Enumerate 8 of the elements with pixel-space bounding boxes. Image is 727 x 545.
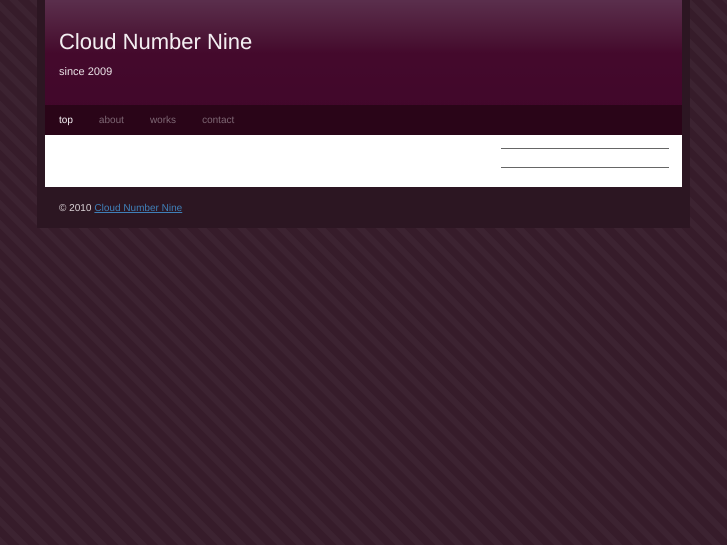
nav-link[interactable]: about <box>98 112 124 128</box>
nav-link[interactable]: top <box>59 112 73 128</box>
site-title: Cloud Number Nine <box>59 28 254 56</box>
footer-link[interactable]: Cloud Number Nine <box>94 201 182 216</box>
nav-link[interactable]: contact <box>202 112 234 128</box>
copyright-text: © 2010 <box>59 202 92 216</box>
nav-link[interactable]: works <box>150 112 176 128</box>
site-tagline: since 2009 <box>59 65 114 80</box>
